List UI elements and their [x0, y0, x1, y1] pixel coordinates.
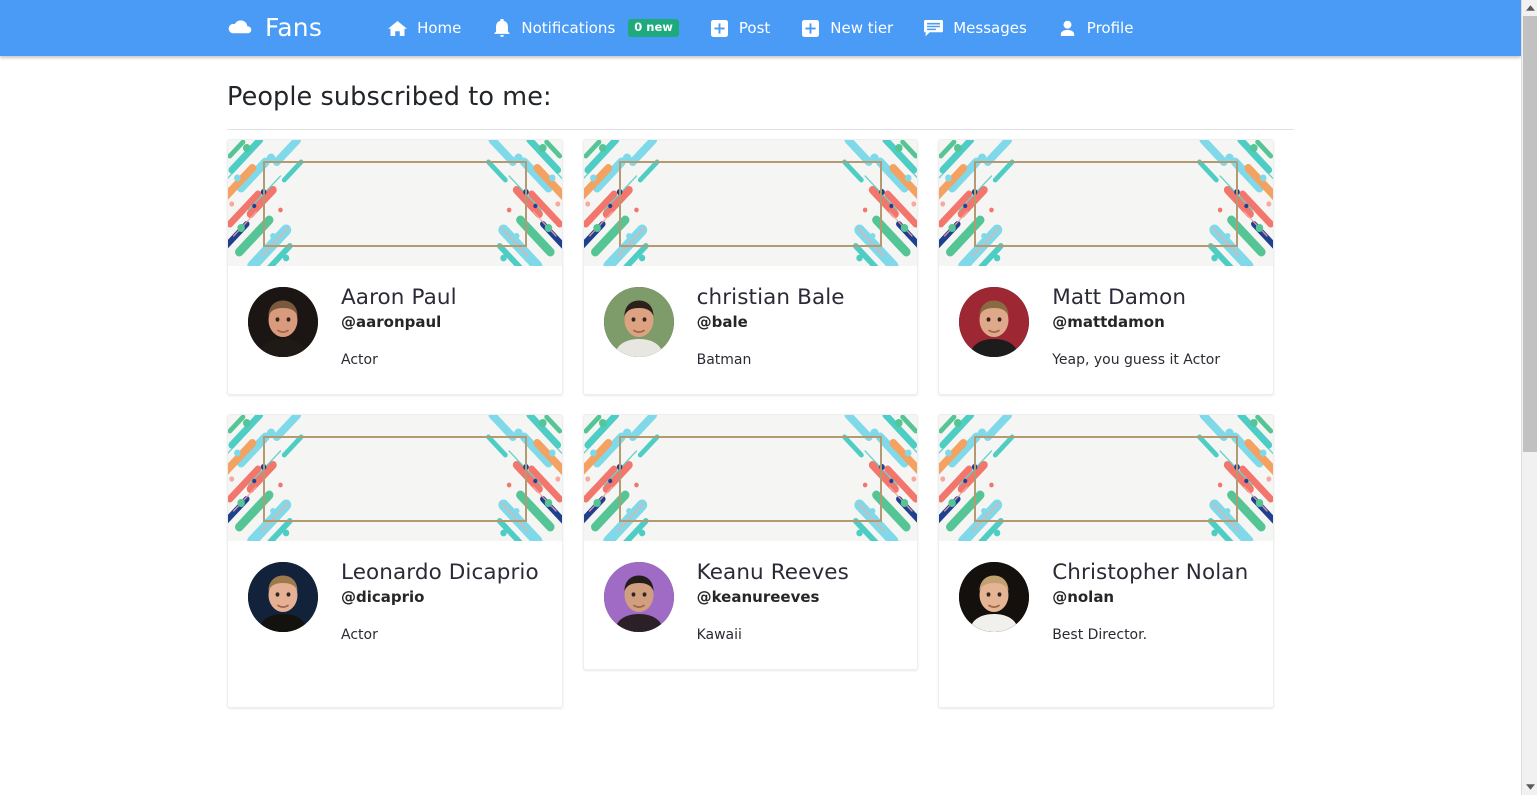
profile-name[interactable]: Keanu Reeves — [697, 559, 849, 588]
nav-item-post[interactable]: Post — [710, 19, 770, 38]
nav-item-home[interactable]: Home — [388, 19, 461, 38]
notifications-badge: 0 new — [628, 18, 679, 38]
card-banner — [228, 414, 562, 541]
card-banner — [583, 139, 918, 266]
nav-item-profile[interactable]: Profile — [1058, 19, 1134, 38]
nav-item-new-tier[interactable]: New tier — [801, 19, 893, 38]
profile-handle[interactable]: @mattdamon — [1052, 313, 1220, 331]
profile-handle[interactable]: @bale — [697, 313, 845, 331]
title-divider — [227, 128, 1294, 130]
nav-item-profile-label: Profile — [1086, 19, 1134, 37]
card-banner — [583, 414, 918, 541]
avatar[interactable] — [959, 561, 1030, 632]
card-meta: Leonardo Dicaprio @dicaprio Actor — [341, 559, 539, 685]
profile-handle[interactable]: @nolan — [1052, 588, 1248, 606]
card-meta: christian Bale @bale Batman — [697, 284, 845, 372]
subscriber-card-column: Christopher Nolan @nolan Best Director. — [928, 413, 1284, 708]
top-navigation-bar: Fans Home Notifications 0 new Post New t… — [0, 0, 1521, 56]
cloud-icon — [227, 18, 253, 38]
vertical-scrollbar[interactable] — [1521, 0, 1537, 795]
profile-name[interactable]: Aaron Paul — [341, 284, 457, 313]
subscriber-card[interactable]: Keanu Reeves @keanureeves Kawaii — [582, 413, 919, 670]
subscriber-card[interactable]: Christopher Nolan @nolan Best Director. — [938, 413, 1274, 708]
brand-logo-link[interactable]: Fans — [227, 15, 322, 42]
subscriber-card[interactable]: Leonardo Dicaprio @dicaprio Actor — [227, 413, 563, 708]
card-meta: Christopher Nolan @nolan Best Director. — [1052, 559, 1248, 685]
subscriber-card-column: Matt Damon @mattdamon Yeap, you guess it… — [928, 138, 1284, 395]
card-body: christian Bale @bale Batman — [584, 266, 918, 394]
page-content: People subscribed to me: Aaron Paul @aar… — [0, 56, 1521, 795]
nav-item-notifications[interactable]: Notifications 0 new — [492, 18, 679, 38]
avatar[interactable] — [603, 561, 674, 632]
home-icon — [388, 19, 408, 38]
profile-handle[interactable]: @dicaprio — [341, 588, 539, 606]
user-icon — [1058, 19, 1077, 38]
nav-item-messages-label: Messages — [953, 19, 1027, 37]
scroll-up-arrow-icon[interactable] — [1522, 0, 1537, 16]
subscriber-card[interactable]: Aaron Paul @aaronpaul Actor — [227, 138, 563, 395]
card-body: Matt Damon @mattdamon Yeap, you guess it… — [939, 266, 1273, 394]
nav-item-home-label: Home — [417, 19, 462, 37]
profile-bio: Best Director. — [1052, 627, 1148, 644]
card-body: Aaron Paul @aaronpaul Actor — [228, 266, 562, 394]
nav-item-new-tier-label: New tier — [830, 19, 894, 37]
subscriber-card[interactable]: Matt Damon @mattdamon Yeap, you guess it… — [938, 138, 1274, 395]
card-body: Leonardo Dicaprio @dicaprio Actor — [228, 541, 562, 707]
subscriber-card[interactable]: christian Bale @bale Batman — [582, 138, 919, 395]
nav-item-notifications-label: Notifications — [521, 19, 616, 37]
card-body: Keanu Reeves @keanureeves Kawaii — [584, 541, 918, 669]
card-meta: Aaron Paul @aaronpaul Actor — [341, 284, 457, 372]
plus-square-icon — [801, 19, 820, 38]
nav-items: Home Notifications 0 new Post New tier M… — [388, 18, 1164, 38]
profile-bio: Yeap, you guess it Actor — [1052, 352, 1221, 369]
profile-handle[interactable]: @keanureeves — [697, 588, 849, 606]
card-meta: Keanu Reeves @keanureeves Kawaii — [697, 559, 849, 647]
brand-title: Fans — [265, 12, 323, 42]
subscriber-card-column: Keanu Reeves @keanureeves Kawaii — [573, 413, 929, 708]
page-title: People subscribed to me: — [227, 82, 552, 112]
nav-item-post-label: Post — [738, 19, 771, 37]
profile-bio: Batman — [696, 352, 752, 369]
comment-icon — [924, 19, 944, 38]
scroll-down-arrow-icon[interactable] — [1522, 779, 1537, 795]
card-meta: Matt Damon @mattdamon Yeap, you guess it… — [1052, 284, 1220, 372]
avatar[interactable] — [248, 561, 318, 632]
avatar[interactable] — [959, 286, 1030, 357]
subscriber-card-grid: Aaron Paul @aaronpaul Actor christian Ba… — [217, 138, 1304, 727]
plus-square-icon — [710, 19, 729, 38]
profile-bio: Kawaii — [696, 627, 742, 644]
profile-bio: Actor — [341, 627, 378, 644]
card-body: Christopher Nolan @nolan Best Director. — [939, 541, 1273, 707]
card-banner — [939, 139, 1273, 266]
subscriber-card-column: Leonardo Dicaprio @dicaprio Actor — [217, 413, 573, 708]
subscriber-card-column: Aaron Paul @aaronpaul Actor — [217, 138, 573, 395]
card-banner — [939, 414, 1273, 541]
bell-icon — [492, 19, 511, 38]
profile-bio: Actor — [341, 352, 378, 369]
avatar[interactable] — [603, 286, 674, 357]
profile-name[interactable]: Matt Damon — [1052, 284, 1220, 313]
profile-name[interactable]: Christopher Nolan — [1052, 559, 1248, 588]
nav-item-messages[interactable]: Messages — [924, 19, 1027, 38]
avatar[interactable] — [248, 286, 318, 357]
card-banner — [228, 139, 562, 266]
subscriber-card-column: christian Bale @bale Batman — [573, 138, 929, 395]
scrollbar-thumb[interactable] — [1523, 16, 1537, 452]
profile-handle[interactable]: @aaronpaul — [341, 313, 457, 331]
profile-name[interactable]: Leonardo Dicaprio — [341, 559, 539, 588]
profile-name[interactable]: christian Bale — [697, 284, 845, 313]
